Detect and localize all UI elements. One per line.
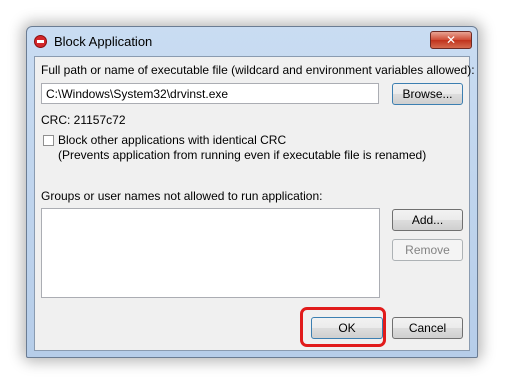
block-application-dialog: Block Application ✕ Full path or name of… [26,26,478,358]
window-title: Block Application [54,34,153,49]
block-crc-checkbox[interactable] [43,135,54,146]
title-bar[interactable]: Block Application ✕ [27,27,477,55]
path-label: Full path or name of executable file (wi… [41,63,475,77]
block-crc-note: (Prevents application from running even … [58,148,427,162]
ok-highlight-outline [300,307,386,347]
crc-text: CRC: 21157c72 [41,113,126,127]
block-icon [34,35,47,48]
browse-button[interactable]: Browse... [392,83,463,105]
add-button[interactable]: Add... [392,209,463,231]
cancel-button[interactable]: Cancel [392,317,463,339]
path-input[interactable]: C:\Windows\System32\drvinst.exe [41,83,379,104]
remove-button[interactable]: Remove [392,239,463,261]
close-button[interactable]: ✕ [430,31,472,49]
groups-label: Groups or user names not allowed to run … [41,189,323,203]
path-value: C:\Windows\System32\drvinst.exe [46,87,229,101]
block-crc-label[interactable]: Block other applications with identical … [58,133,286,147]
dialog-body: Full path or name of executable file (wi… [34,56,475,351]
groups-list[interactable] [41,208,380,298]
close-icon: ✕ [445,33,457,47]
